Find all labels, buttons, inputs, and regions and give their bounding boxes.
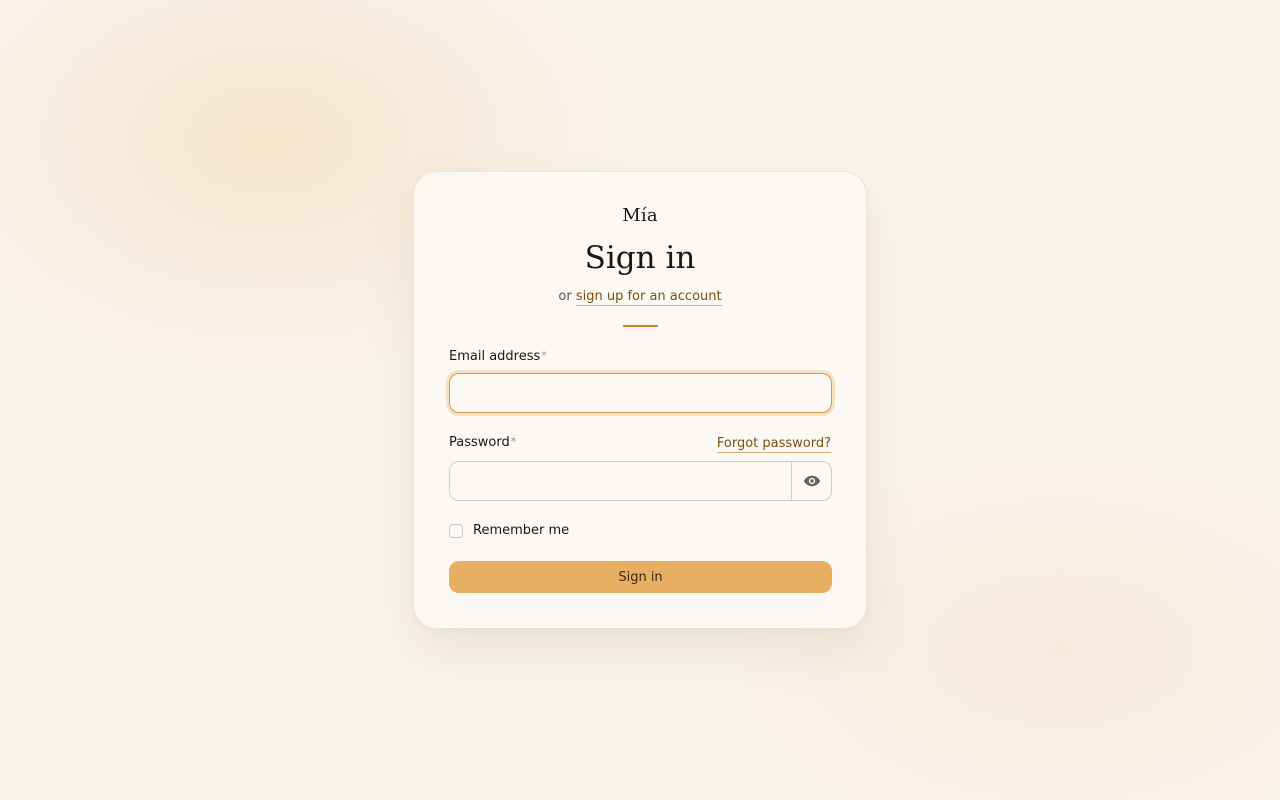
email-required-mark: * [541,349,547,362]
password-field-group [449,461,832,501]
password-label-wrapper: Password* [449,435,516,450]
signup-link[interactable]: sign up for an account [575,289,722,306]
remember-me-option[interactable]: Remember me [449,523,569,538]
signup-prompt: or sign up for an account [414,289,866,306]
forgot-password-link[interactable]: Forgot password? [716,436,831,453]
email-label-wrapper: Email address* [449,349,547,364]
password-label: Password [449,435,510,450]
toggle-password-visibility-button[interactable] [791,462,831,500]
password-input[interactable] [450,462,791,500]
signup-prefix: or [558,289,572,304]
remember-me-label: Remember me [473,523,570,538]
brand-logo: Mía [622,205,658,226]
page-title: Sign in [584,240,696,276]
sign-in-card: Mía Sign in or sign up for an account Em… [413,171,867,629]
sign-in-button[interactable]: Sign in [449,561,832,593]
title-divider [623,325,658,327]
remember-me-checkbox[interactable] [449,523,463,538]
email-label: Email address [449,349,541,364]
password-required-mark: * [510,435,517,448]
eye-icon [803,475,821,487]
email-input[interactable] [449,373,832,413]
